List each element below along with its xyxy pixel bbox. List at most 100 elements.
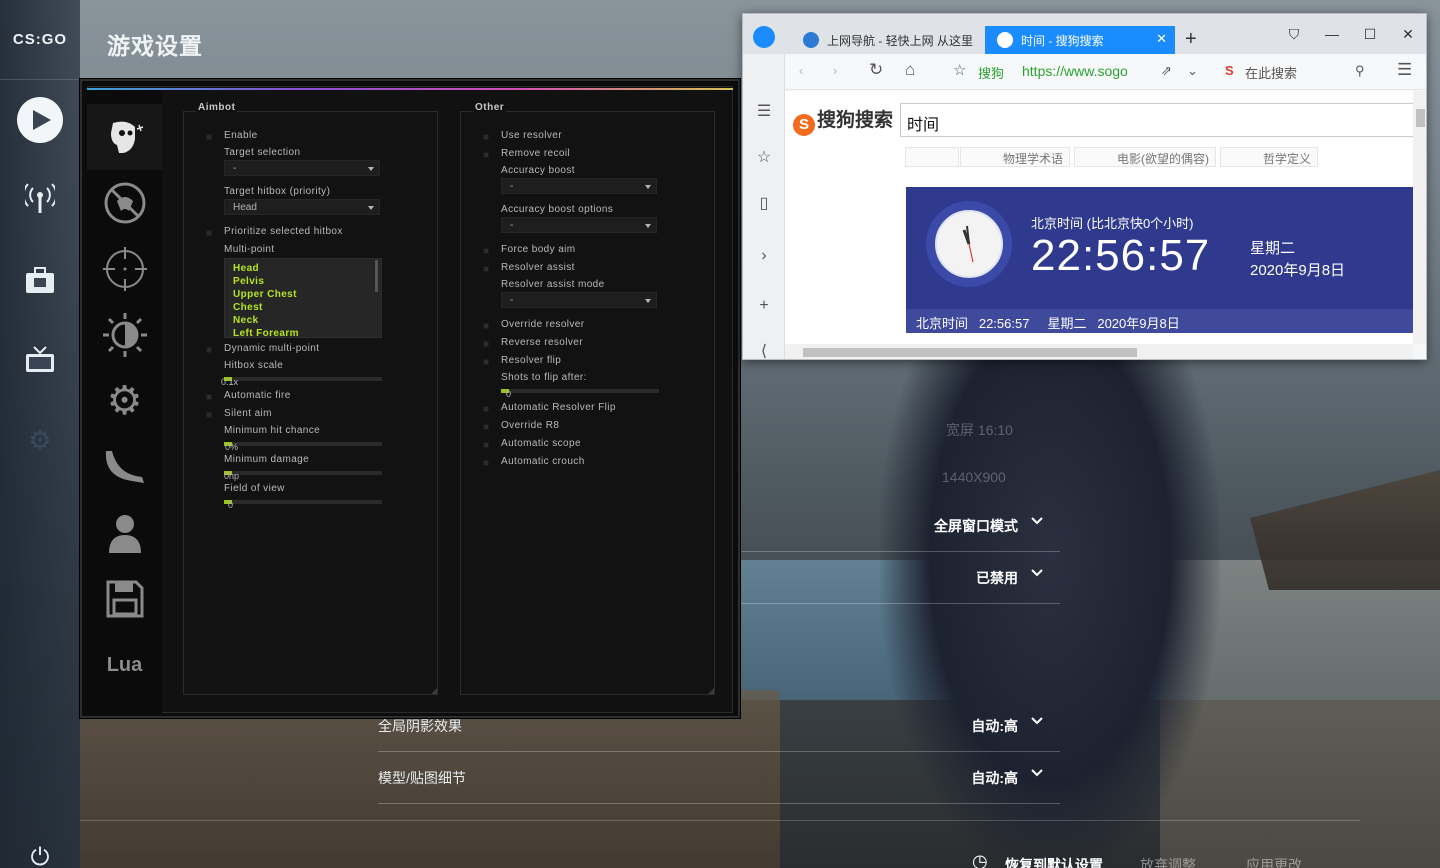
tab-brightness[interactable]: [87, 302, 162, 368]
inventory-button[interactable]: [0, 250, 80, 310]
search-engine-icon[interactable]: S: [1225, 63, 1234, 78]
tab-lua[interactable]: Lua: [87, 632, 162, 698]
target-hitbox-dropdown[interactable]: Head: [224, 199, 380, 215]
reader-icon[interactable]: ☰: [754, 102, 774, 122]
browser-window[interactable]: 上网导航 - 轻快上网 从这里 时间 - 搜狗搜索 ✕ + ⛉ — ☐ ✕ ☰ …: [742, 13, 1427, 360]
resolver-assist-mode-dropdown[interactable]: -: [501, 292, 657, 308]
play-button[interactable]: [0, 90, 80, 150]
scroll-thumb[interactable]: [1416, 109, 1425, 127]
reverse-resolver-checkbox[interactable]: [483, 341, 489, 347]
chevron-right-icon[interactable]: ›: [754, 246, 774, 266]
shots-to-flip-slider[interactable]: [501, 389, 659, 393]
multipoint-listbox[interactable]: Head Pelvis Upper Chest Chest Neck Left …: [224, 258, 382, 338]
min-damage-slider[interactable]: [224, 471, 382, 475]
target-selection-dropdown[interactable]: -: [224, 160, 380, 176]
maximize-button[interactable]: ☐: [1362, 26, 1378, 42]
fov-slider[interactable]: [224, 500, 382, 504]
search-input[interactable]: 时间: [900, 103, 1413, 137]
user-icon: [108, 515, 141, 553]
setting-model-texture-detail[interactable]: 模型/贴图细节 自动:高: [378, 752, 1060, 804]
collapse-sidebar-icon[interactable]: ⟨: [754, 342, 774, 359]
reset-defaults-button[interactable]: 恢复到默认设置: [1005, 855, 1103, 868]
watch-button[interactable]: [0, 330, 80, 390]
settings-button[interactable]: ⚙: [0, 410, 80, 470]
list-item[interactable]: Neck: [233, 315, 259, 326]
digital-time: 22:56:57: [1031, 231, 1211, 280]
chip-blank[interactable]: [905, 147, 959, 167]
home-icon[interactable]: ⌂: [905, 60, 915, 80]
auto-resolver-flip-checkbox[interactable]: [483, 406, 489, 412]
list-scrollbar[interactable]: [375, 260, 378, 292]
enable-checkbox[interactable]: [206, 134, 212, 140]
list-item[interactable]: Upper Chest: [233, 289, 297, 300]
new-tab-button[interactable]: +: [1185, 28, 1197, 51]
tab-visuals[interactable]: [87, 236, 162, 302]
search-icon[interactable]: ⚲: [1355, 63, 1365, 79]
automatic-fire-checkbox[interactable]: [206, 394, 212, 400]
discard-button[interactable]: 放弃调整: [1140, 855, 1196, 868]
apply-button[interactable]: 应用更改: [1246, 855, 1302, 868]
automatic-scope-checkbox[interactable]: [483, 442, 489, 448]
forward-icon[interactable]: ›: [833, 63, 837, 78]
browser-tab-nav[interactable]: 上网导航 - 轻快上网 从这里: [791, 26, 981, 54]
automatic-crouch-checkbox[interactable]: [483, 460, 489, 466]
tab-anti-aim[interactable]: [87, 170, 162, 236]
dynamic-multipoint-checkbox[interactable]: [206, 347, 212, 353]
shirt-skin-icon[interactable]: ⛉: [1286, 26, 1302, 42]
remove-recoil-checkbox[interactable]: [483, 152, 489, 158]
list-item[interactable]: Chest: [233, 302, 263, 313]
silent-aim-checkbox[interactable]: [206, 412, 212, 418]
sogou-search-logo[interactable]: S 搜狗搜索: [793, 105, 893, 136]
sougou-link[interactable]: 搜狗: [978, 63, 1004, 82]
cheat-menu-window[interactable]: ⚙ Lua Aimbot Enable Target selection - T…: [79, 78, 741, 719]
tab-players[interactable]: [87, 500, 162, 566]
tab-skins[interactable]: [87, 434, 162, 500]
chevron-down-icon: [1031, 717, 1043, 725]
caret-down-icon: [368, 206, 374, 210]
close-window-button[interactable]: ✕: [1400, 26, 1416, 42]
override-r8-checkbox[interactable]: [483, 424, 489, 430]
chip-item[interactable]: 哲学定义: [1220, 147, 1319, 167]
prioritize-checkbox[interactable]: [206, 230, 212, 236]
broadcast-button[interactable]: [0, 168, 80, 228]
list-item[interactable]: Pelvis: [233, 276, 264, 287]
chevron-down-icon[interactable]: ⌄: [1187, 63, 1198, 79]
refresh-icon[interactable]: ↻: [869, 60, 883, 80]
tab-config[interactable]: [87, 566, 162, 632]
tab-misc[interactable]: ⚙: [87, 368, 162, 434]
target-selection-label: Target selection: [224, 147, 301, 158]
url-field[interactable]: https://www.sogo: [1022, 63, 1128, 79]
back-icon[interactable]: ‹: [799, 63, 803, 78]
list-item[interactable]: Head: [233, 263, 259, 274]
list-item[interactable]: Left Forearm: [233, 328, 299, 337]
use-resolver-checkbox[interactable]: [483, 134, 489, 140]
menu-icon[interactable]: ☰: [1397, 60, 1412, 80]
star-icon[interactable]: ☆: [754, 148, 774, 168]
accuracy-boost-options-dropdown[interactable]: -: [501, 217, 657, 233]
vertical-scrollbar[interactable]: [1413, 91, 1426, 344]
browser-logo-icon[interactable]: [753, 26, 775, 48]
min-hit-chance-slider[interactable]: [224, 442, 382, 446]
search-here-field[interactable]: 在此搜索: [1245, 63, 1297, 82]
horizontal-scrollbar[interactable]: [785, 344, 1413, 359]
browser-tab-search[interactable]: 时间 - 搜狗搜索 ✕: [985, 26, 1175, 54]
resolver-flip-checkbox[interactable]: [483, 359, 489, 365]
plus-icon[interactable]: +: [754, 296, 774, 316]
hitbox-scale-slider[interactable]: [224, 377, 382, 381]
book-icon[interactable]: ▯: [754, 194, 774, 214]
close-tab-icon[interactable]: ✕: [1156, 31, 1167, 47]
tab-aimbot[interactable]: [87, 104, 162, 170]
chip-item[interactable]: 物理学术语: [960, 147, 1071, 167]
accuracy-boost-dropdown[interactable]: -: [501, 178, 657, 194]
briefcase-icon: [26, 267, 54, 293]
force-body-aim-checkbox[interactable]: [483, 248, 489, 254]
power-button[interactable]: ⏻: [0, 828, 80, 868]
override-resolver-checkbox[interactable]: [483, 323, 489, 329]
chip-item[interactable]: 电影(欲望的偶容): [1074, 147, 1216, 167]
share-icon[interactable]: ⇗: [1161, 63, 1172, 79]
scroll-thumb[interactable]: [803, 348, 1137, 357]
minimize-button[interactable]: —: [1324, 26, 1340, 42]
resolver-assist-checkbox[interactable]: [483, 266, 489, 272]
bookmark-star-icon[interactable]: ☆: [953, 61, 966, 79]
dynamic-multipoint-label: Dynamic multi-point: [224, 343, 320, 354]
